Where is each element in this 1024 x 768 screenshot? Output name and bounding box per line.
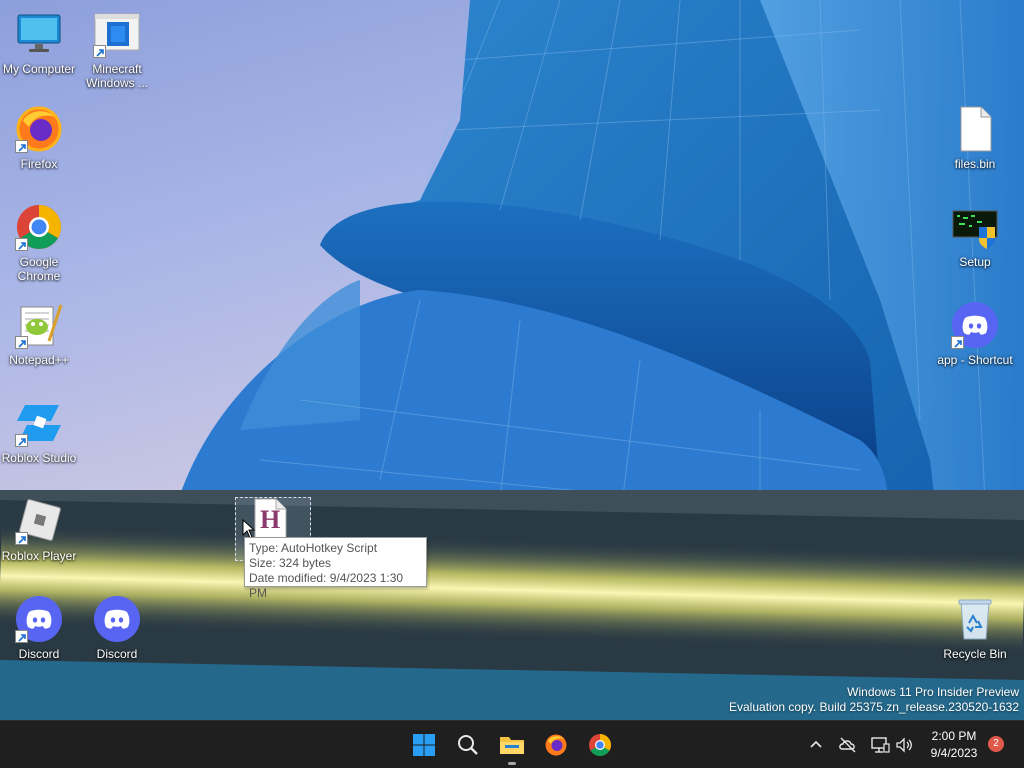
desktop-icon-setup[interactable]: Setup xyxy=(936,203,1014,269)
onedrive-status-button[interactable] xyxy=(838,735,858,755)
desktop-icon-minecraft[interactable]: Minecraft Windows ... xyxy=(78,10,156,90)
chrome-icon xyxy=(15,203,63,251)
desktop-icon-google-chrome[interactable]: Google Chrome xyxy=(0,203,78,283)
clock-time: 2:00 PM xyxy=(931,729,977,743)
desktop-icon-label: Firefox xyxy=(20,157,58,171)
desktop-icon-files-bin[interactable]: files.bin xyxy=(936,105,1014,171)
minecraft-launcher-icon xyxy=(93,10,141,58)
firefox-icon xyxy=(15,105,63,153)
windows-logo-icon xyxy=(413,734,435,756)
desktop-icon-label: Recycle Bin xyxy=(943,647,1007,661)
network-icon xyxy=(871,737,890,753)
chrome-icon xyxy=(589,734,611,756)
shortcut-arrow-icon xyxy=(93,45,106,58)
watermark-edition: Windows 11 Pro Insider Preview xyxy=(847,685,1019,699)
desktop-icon-discord-1[interactable]: Discord xyxy=(0,595,78,661)
active-indicator xyxy=(508,762,516,765)
notification-count-badge[interactable]: 2 xyxy=(988,736,1004,752)
desktop-icon-app-shortcut[interactable]: app - Shortcut xyxy=(936,301,1014,367)
discord-icon xyxy=(15,595,63,643)
firefox-button[interactable] xyxy=(536,725,576,765)
volume-icon xyxy=(896,737,912,753)
shortcut-arrow-icon xyxy=(15,532,28,545)
shortcut-arrow-icon xyxy=(15,630,28,643)
taskbar: 2:00 PM 9/4/2023 xyxy=(0,720,1024,768)
desktop-icon-label: Roblox Player xyxy=(1,549,77,563)
discord-icon xyxy=(93,595,141,643)
file-explorer-button[interactable] xyxy=(492,725,532,765)
desktop-icon-label: Discord xyxy=(18,647,60,661)
shortcut-arrow-icon xyxy=(15,434,28,447)
shortcut-arrow-icon xyxy=(15,238,28,251)
desktop-icon-firefox[interactable]: Firefox xyxy=(0,105,78,171)
tooltip-type: Type: AutoHotkey Script xyxy=(249,541,378,555)
volume-button[interactable] xyxy=(894,735,914,755)
setup-installer-icon xyxy=(951,203,999,251)
desktop-icon-discord-2[interactable]: Discord xyxy=(78,595,156,661)
desktop-icon-label: Minecraft Windows ... xyxy=(85,62,148,90)
shortcut-arrow-icon xyxy=(15,336,28,349)
notepadpp-icon xyxy=(15,301,63,349)
clock-date: 9/4/2023 xyxy=(930,746,978,760)
onedrive-offline-icon xyxy=(839,737,856,753)
show-hidden-icons-button[interactable] xyxy=(806,735,826,755)
desktop-icon-my-computer[interactable]: My Computer xyxy=(0,10,78,76)
desktop-icon-recycle-bin[interactable]: Recycle Bin xyxy=(936,595,1014,661)
folder-icon xyxy=(500,737,524,754)
discord-icon xyxy=(951,301,999,349)
firefox-icon xyxy=(545,734,567,756)
recycle-bin-icon xyxy=(951,595,999,643)
desktop-icon-label: My Computer xyxy=(2,62,76,76)
roblox-player-icon xyxy=(15,497,63,545)
autohotkey-glyph: H xyxy=(260,505,281,534)
start-button[interactable] xyxy=(404,725,444,765)
shortcut-arrow-icon xyxy=(951,336,964,349)
tooltip-date-modified: Date modified: 9/4/2023 1:30 PM xyxy=(249,571,404,600)
desktop-icon-label: files.bin xyxy=(954,157,996,171)
clock-button[interactable]: 2:00 PM 9/4/2023 xyxy=(918,728,990,762)
desktop-icon-roblox-player[interactable]: Roblox Player xyxy=(0,497,78,563)
search-button[interactable] xyxy=(448,725,488,765)
monitor-icon xyxy=(15,10,63,58)
chevron-up-icon xyxy=(810,740,822,748)
desktop-icon-label: Setup xyxy=(959,255,991,269)
file-info-tooltip: Type: AutoHotkey Script Size: 324 bytes … xyxy=(244,537,427,600)
watermark-build: Evaluation copy. Build 25375.zn_release.… xyxy=(729,700,1019,714)
desktop-icon-label: Google Chrome xyxy=(17,255,61,283)
tooltip-size: Size: 324 bytes xyxy=(249,556,332,570)
evaluation-watermark: Windows 11 Pro Insider Preview Evaluatio… xyxy=(729,685,1019,715)
search-icon xyxy=(458,735,478,755)
desktop-icon-label: Roblox Studio xyxy=(1,451,77,465)
network-button[interactable] xyxy=(870,735,890,755)
chrome-button[interactable] xyxy=(580,725,620,765)
desktop-icon-label: Discord xyxy=(96,647,138,661)
roblox-studio-icon xyxy=(15,399,63,447)
desktop-icon-roblox-studio[interactable]: Roblox Studio xyxy=(0,399,78,465)
desktop-icon-label: Notepad++ xyxy=(9,353,69,367)
blank-file-icon xyxy=(951,105,999,153)
shortcut-arrow-icon xyxy=(15,140,28,153)
desktop-icon-label: app - Shortcut xyxy=(937,353,1013,367)
desktop-icon-notepadpp[interactable]: Notepad++ xyxy=(0,301,78,367)
autohotkey-file-drag-item[interactable]: H xyxy=(250,498,290,540)
